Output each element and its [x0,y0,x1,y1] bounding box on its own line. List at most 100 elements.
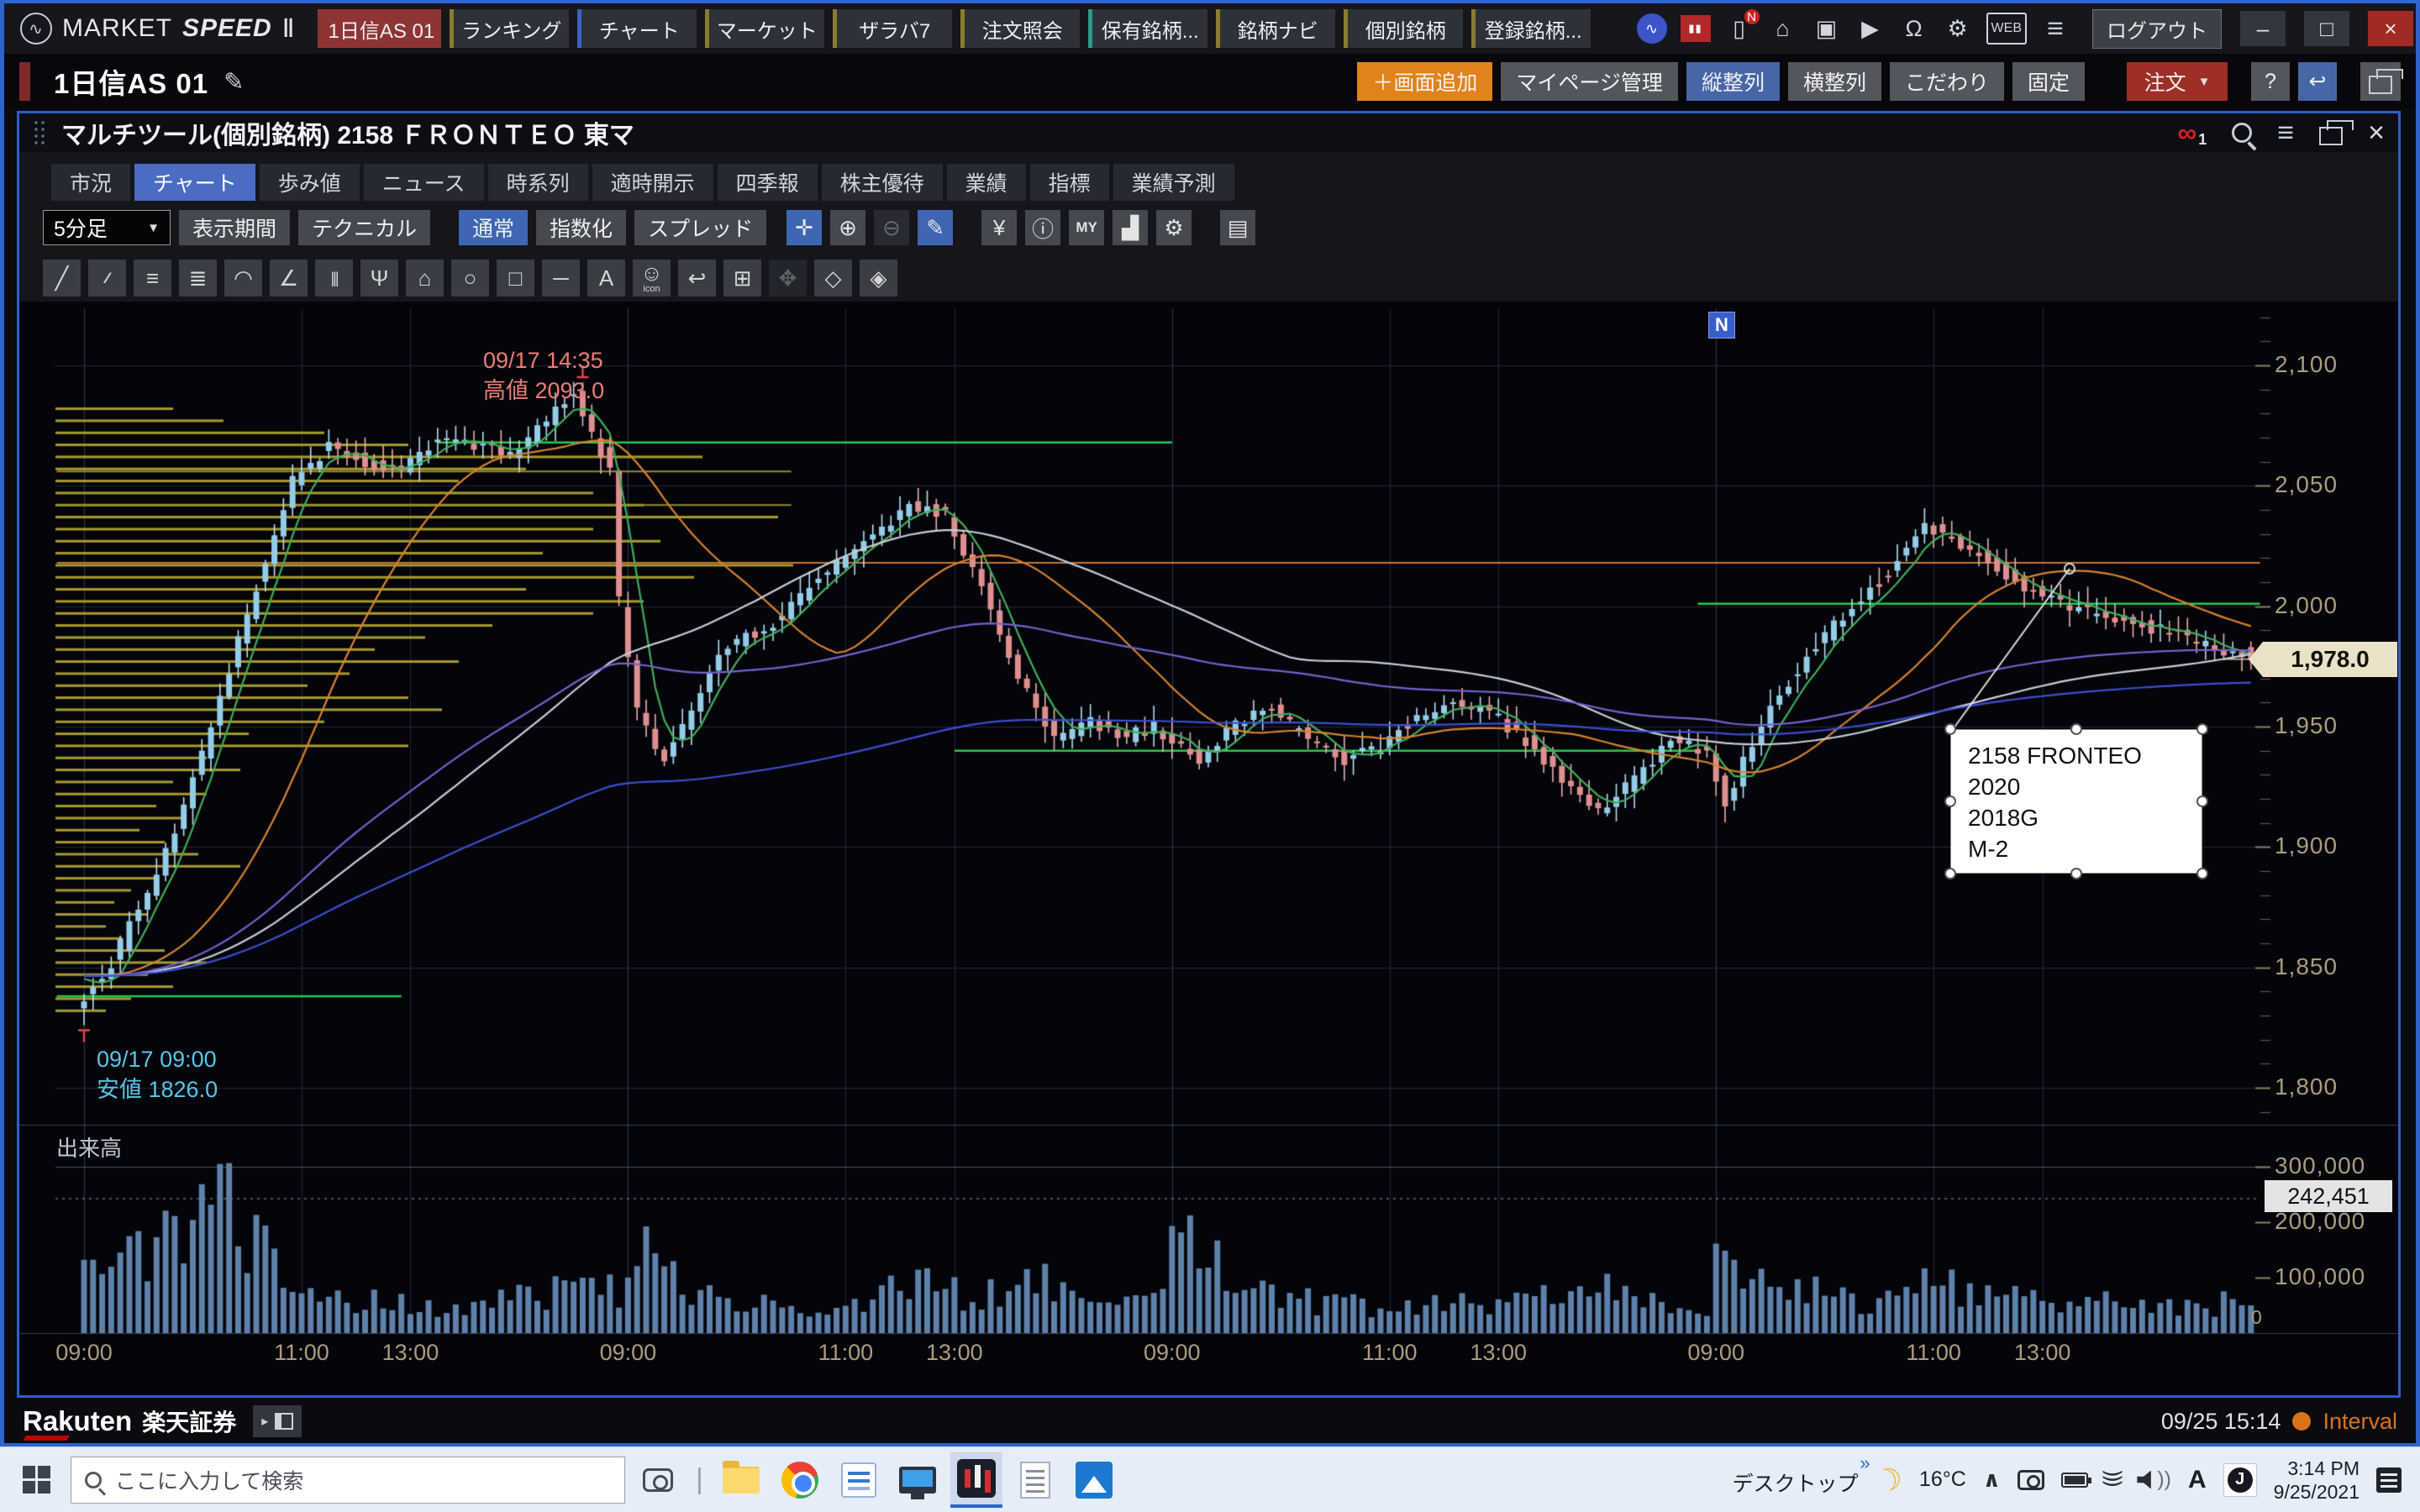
drag-grip-icon[interactable] [33,119,48,146]
note-resize-handle[interactable] [1944,868,1956,879]
note-resize-handle[interactable] [2070,723,2082,735]
display-period-button[interactable]: 表示期間 [179,210,290,245]
my-chart-icon[interactable]: MY [1069,210,1104,245]
price-lines-tool[interactable]: ≣ [179,260,217,297]
duplicate-tool[interactable]: ⊞ [723,260,761,297]
taskbar-app-photos[interactable] [1068,1452,1120,1508]
web-icon[interactable]: WEB [1986,13,2027,45]
popout-window-icon[interactable] [2319,127,2343,145]
camera-tray-icon[interactable] [2018,1470,2044,1490]
battery-icon[interactable] [2061,1473,2088,1488]
window-layout-button[interactable] [2360,62,2401,101]
chart-tab-10[interactable]: 業績予測 [1113,164,1234,201]
market-candles-icon[interactable]: ▮▮ [1681,15,1711,42]
ellipse-tool[interactable]: ○ [451,260,489,297]
fan-line-tool[interactable]: ∠ [270,260,308,297]
gear-icon[interactable]: ⚙ [1943,13,1973,45]
taskbar-app-marketspeed[interactable] [950,1452,1002,1508]
indexed-mode-button[interactable]: 指数化 [536,210,626,245]
chart-tab-2[interactable]: 歩み値 [260,164,360,201]
menu-tab-0[interactable]: 1日信AS 01 [318,9,442,48]
help-button[interactable]: ? [2251,62,2290,101]
wifi-icon[interactable]: ((( [2100,1472,2125,1487]
trend-line-tool[interactable]: ╱ [43,260,81,297]
menu-tab-5[interactable]: 注文照会 [960,9,1080,48]
horizontal-align-button[interactable]: 横整列 [1788,62,1881,101]
info-icon[interactable]: ⓘ [1025,210,1060,245]
chart-tab-8[interactable]: 業績 [947,164,1026,201]
menu-tab-4[interactable]: ザラバ7 [833,9,952,48]
link-group-icon[interactable]: ∞1 [2177,118,2207,149]
timeframe-dropdown[interactable]: 5分足 ▼ [43,210,171,245]
menu-tab-6[interactable]: 保有銘柄... [1088,9,1207,48]
speaker-icon[interactable]: )) [2137,1467,2171,1492]
technical-button[interactable]: テクニカル [298,210,430,245]
remote-support-button[interactable]: ↩ [2298,62,2337,101]
text-note-annotation[interactable]: 2158 FRONTEO 2020 2018G M-2 [1950,729,2202,874]
text-tool[interactable]: A [587,260,625,297]
note-resize-handle[interactable] [1944,795,1956,807]
taskbar-clock[interactable]: 3:14 PM 9/25/2021 [2274,1457,2360,1504]
marketspeed-app-icon[interactable]: ∿ [1637,13,1667,44]
window-menu-icon[interactable]: ≡ [2277,117,2294,150]
chart-tab-5[interactable]: 適時開示 [592,164,713,201]
menu-tab-3[interactable]: マーケット [705,9,824,48]
normal-mode-button[interactable]: 通常 [459,210,528,245]
menu-tab-1[interactable]: ランキング [450,9,569,48]
note-resize-handle[interactable] [2070,868,2082,879]
edit-page-name-icon[interactable]: ✎ [224,67,244,97]
add-screen-button[interactable]: ＋画面追加 [1357,62,1492,101]
app-close-button[interactable]: × [2368,11,2413,46]
note-resize-handle[interactable] [2196,795,2208,807]
task-view-button[interactable] [632,1452,684,1508]
draw-pencil-icon[interactable]: ✎ [918,210,953,245]
chart-tab-0[interactable]: 市況 [51,164,130,201]
home-icon[interactable]: ⌂ [1768,13,1798,45]
menu-tab-9[interactable]: 登録銘柄... [1471,9,1591,48]
app-maximize-button[interactable]: □ [2304,11,2349,46]
menu-icon[interactable]: ≡ [2040,13,2070,45]
weather-temp[interactable]: 16°C [1919,1467,1966,1492]
taskbar-search-input[interactable]: ここに入力して検索 [71,1457,625,1504]
yen-axis-icon[interactable]: ¥ [981,210,1017,245]
rectangle-tool[interactable]: □ [497,260,534,297]
chart-tab-7[interactable]: 株主優待 [822,164,943,201]
area-chart-icon[interactable]: ▟ [1113,210,1148,245]
media-icon[interactable]: ▶ [1855,13,1886,45]
order-button[interactable]: 注文 ▼ [2127,62,2228,101]
taskbar-app-chrome[interactable] [774,1452,826,1508]
logout-button[interactable]: ログアウト [2092,9,2222,49]
chart-tab-3[interactable]: ニュース [364,164,484,201]
parallel-line-tool[interactable]: ∕∕ [88,260,126,297]
ime-mode-a[interactable]: A [2188,1466,2207,1494]
chart-tab-4[interactable]: 時系列 [488,164,588,201]
chart-tab-1[interactable]: チャート [134,164,255,201]
eraser-all-tool[interactable]: ◈ [860,260,897,297]
chart-tab-6[interactable]: 四季報 [718,164,818,201]
taskbar-app-remote[interactable] [892,1452,944,1508]
print-icon[interactable]: ▤ [1220,210,1255,245]
ime-language-button[interactable]: J [2223,1463,2257,1497]
tablet-add-icon[interactable]: ▣ [1812,13,1842,45]
phone-app-icon[interactable]: ▯N [1724,13,1754,45]
chart-tab-9[interactable]: 指標 [1030,164,1109,201]
spread-mode-button[interactable]: スプレッド [634,210,766,245]
window-close-icon[interactable]: × [2368,117,2385,150]
drag-tool[interactable]: ✥ [769,260,807,297]
note-resize-handle[interactable] [1944,723,1956,735]
pitchfork-tool[interactable]: Ψ [360,260,398,297]
fibonacci-arc-tool[interactable]: ◠ [224,260,262,297]
hidden-icons-chevron[interactable]: ∧ [1983,1467,2001,1493]
zoom-out-icon[interactable]: ⊖ [874,210,909,245]
zoom-in-icon[interactable]: ⊕ [830,210,865,245]
bell-icon[interactable]: Ω [1899,13,1929,45]
vertical-lines-tool[interactable]: ||| [315,260,353,297]
weather-moon-icon[interactable]: ☽ [1870,1459,1907,1501]
window-title-bar[interactable]: マルチツール(個別銘柄) 2158 ＦＲＯＮＴＥＯ 東マ ∞1 ≡ × [19,113,2398,152]
vertical-align-button[interactable]: 縦整列 [1686,62,1780,101]
crosshair-icon[interactable]: ✛ [786,210,822,245]
taskbar-app-notepad[interactable] [1009,1452,1061,1508]
symbol-search-icon[interactable] [2232,123,2252,143]
note-resize-handle[interactable] [2196,868,2208,879]
kodawari-button[interactable]: こだわり [1890,62,2004,101]
